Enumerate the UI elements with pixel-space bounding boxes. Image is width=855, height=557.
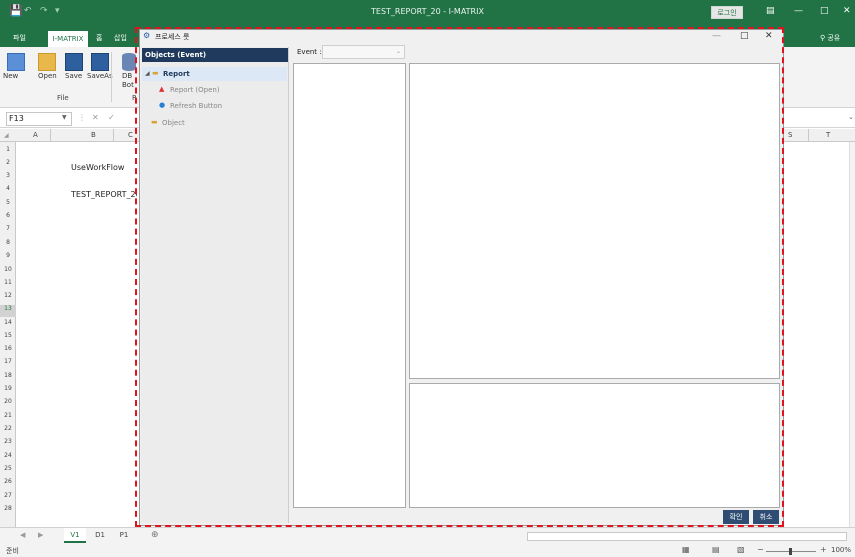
row-header[interactable]: 16 <box>0 345 16 352</box>
row-header[interactable]: 27 <box>0 492 16 499</box>
next-sheet-icon[interactable]: ▶ <box>38 531 43 539</box>
column-header-a[interactable]: A <box>33 131 38 139</box>
row-header[interactable]: 11 <box>0 279 16 286</box>
add-sheet-icon[interactable]: ⊕ <box>151 530 159 540</box>
ribbon-separator <box>111 52 112 102</box>
row-header[interactable]: 21 <box>0 412 16 419</box>
col-divider <box>50 129 51 142</box>
row-header[interactable]: 7 <box>0 225 16 232</box>
tab-home[interactable]: 홈 <box>96 33 102 43</box>
row-header[interactable]: 24 <box>0 452 16 459</box>
new-button-label[interactable]: New <box>3 72 18 80</box>
tab-insert[interactable]: 삽입 <box>114 33 127 43</box>
select-all-icon[interactable]: ◢ <box>4 132 9 139</box>
db-bot-button-label[interactable]: DB Bot <box>122 72 136 90</box>
row-header[interactable]: 22 <box>0 425 16 432</box>
zoom-level[interactable]: 100% <box>831 546 851 554</box>
horizontal-scrollbar[interactable] <box>527 532 847 541</box>
row-header[interactable]: 18 <box>0 372 16 379</box>
formula-separator: ⋮ <box>78 113 86 122</box>
sheet-tab-v1[interactable]: V1 <box>64 528 86 543</box>
sheet-tab-p1[interactable]: P1 <box>114 528 134 543</box>
login-button[interactable]: 로그인 <box>711 6 743 19</box>
expand-formula-icon[interactable]: ⌄ <box>848 113 854 121</box>
column-header-c[interactable]: C <box>128 131 133 139</box>
share-button[interactable]: ⚲ 공유 <box>820 33 840 43</box>
column-header-s[interactable]: S <box>788 131 792 139</box>
col-divider <box>113 129 114 142</box>
row-header[interactable]: 28 <box>0 505 16 512</box>
row-header[interactable]: 23 <box>0 438 16 445</box>
vertical-scrollbar[interactable] <box>849 142 855 527</box>
zoom-slider-thumb[interactable] <box>789 548 792 555</box>
page-layout-icon[interactable]: ▤ <box>712 545 720 554</box>
column-header-t[interactable]: T <box>826 131 830 139</box>
sheet-tab-d1[interactable]: D1 <box>90 528 110 543</box>
row-header[interactable]: 6 <box>0 212 16 219</box>
enter-entry-icon[interactable]: ✓ <box>108 113 115 122</box>
row-header-selected[interactable]: 13 <box>0 305 16 317</box>
cell-b2[interactable]: UseWorkFlow <box>71 163 124 172</box>
row-header[interactable]: 15 <box>0 332 16 339</box>
page-break-icon[interactable]: ▧ <box>737 545 745 554</box>
row-header[interactable]: 26 <box>0 478 16 485</box>
database-icon[interactable] <box>122 53 136 71</box>
row-header[interactable]: 5 <box>0 199 16 206</box>
row-header[interactable]: 3 <box>0 172 16 179</box>
cell-b4[interactable]: TEST_REPORT_20 <box>71 190 137 199</box>
saveas-disk-icon[interactable] <box>91 53 109 71</box>
normal-view-icon[interactable]: ▦ <box>682 545 690 554</box>
ribbon-display-icon[interactable]: ▤ <box>766 6 775 16</box>
share-label: 공유 <box>827 34 841 42</box>
row-header[interactable]: 2 <box>0 159 16 166</box>
maximize-icon[interactable]: □ <box>820 6 829 16</box>
row-header[interactable]: 19 <box>0 385 16 392</box>
row-header[interactable]: 14 <box>0 319 16 326</box>
tab-imatrix[interactable]: I-MATRIX <box>48 31 88 47</box>
minimize-icon[interactable]: — <box>794 6 803 16</box>
highlight-box <box>135 27 784 527</box>
save-button-label[interactable]: Save <box>65 72 82 80</box>
row-header[interactable]: 20 <box>0 398 16 405</box>
col-divider <box>808 129 809 142</box>
row-header[interactable]: 17 <box>0 358 16 365</box>
cancel-entry-icon[interactable]: ✕ <box>92 113 99 122</box>
file-group-label: File <box>57 94 69 102</box>
close-icon[interactable]: ✕ <box>843 6 851 16</box>
row-header[interactable]: 9 <box>0 252 16 259</box>
row-header[interactable]: 25 <box>0 465 16 472</box>
new-document-icon[interactable] <box>7 53 25 71</box>
open-folder-icon[interactable] <box>38 53 56 71</box>
save-disk-icon[interactable] <box>65 53 83 71</box>
prev-sheet-icon[interactable]: ◀ <box>20 531 25 539</box>
open-button-label[interactable]: Open <box>38 72 57 80</box>
row-header[interactable]: 4 <box>0 185 16 192</box>
status-bar <box>0 545 855 557</box>
row-header[interactable]: 8 <box>0 239 16 246</box>
row-headers: 1 2 3 4 5 6 7 8 9 10 11 12 13 14 15 16 1… <box>0 142 16 527</box>
status-ready: 준비 <box>6 547 19 555</box>
column-header-b[interactable]: B <box>91 131 96 139</box>
row-header[interactable]: 12 <box>0 292 16 299</box>
namebox-dropdown-icon[interactable]: ▼ <box>62 114 67 121</box>
row-header[interactable]: 1 <box>0 146 16 153</box>
zoom-out-icon[interactable]: − <box>757 545 764 554</box>
zoom-in-icon[interactable]: + <box>820 545 827 554</box>
row-header[interactable]: 10 <box>0 266 16 273</box>
tab-file[interactable]: 파일 <box>13 33 26 43</box>
saveas-button-label[interactable]: SaveAs <box>87 72 113 80</box>
